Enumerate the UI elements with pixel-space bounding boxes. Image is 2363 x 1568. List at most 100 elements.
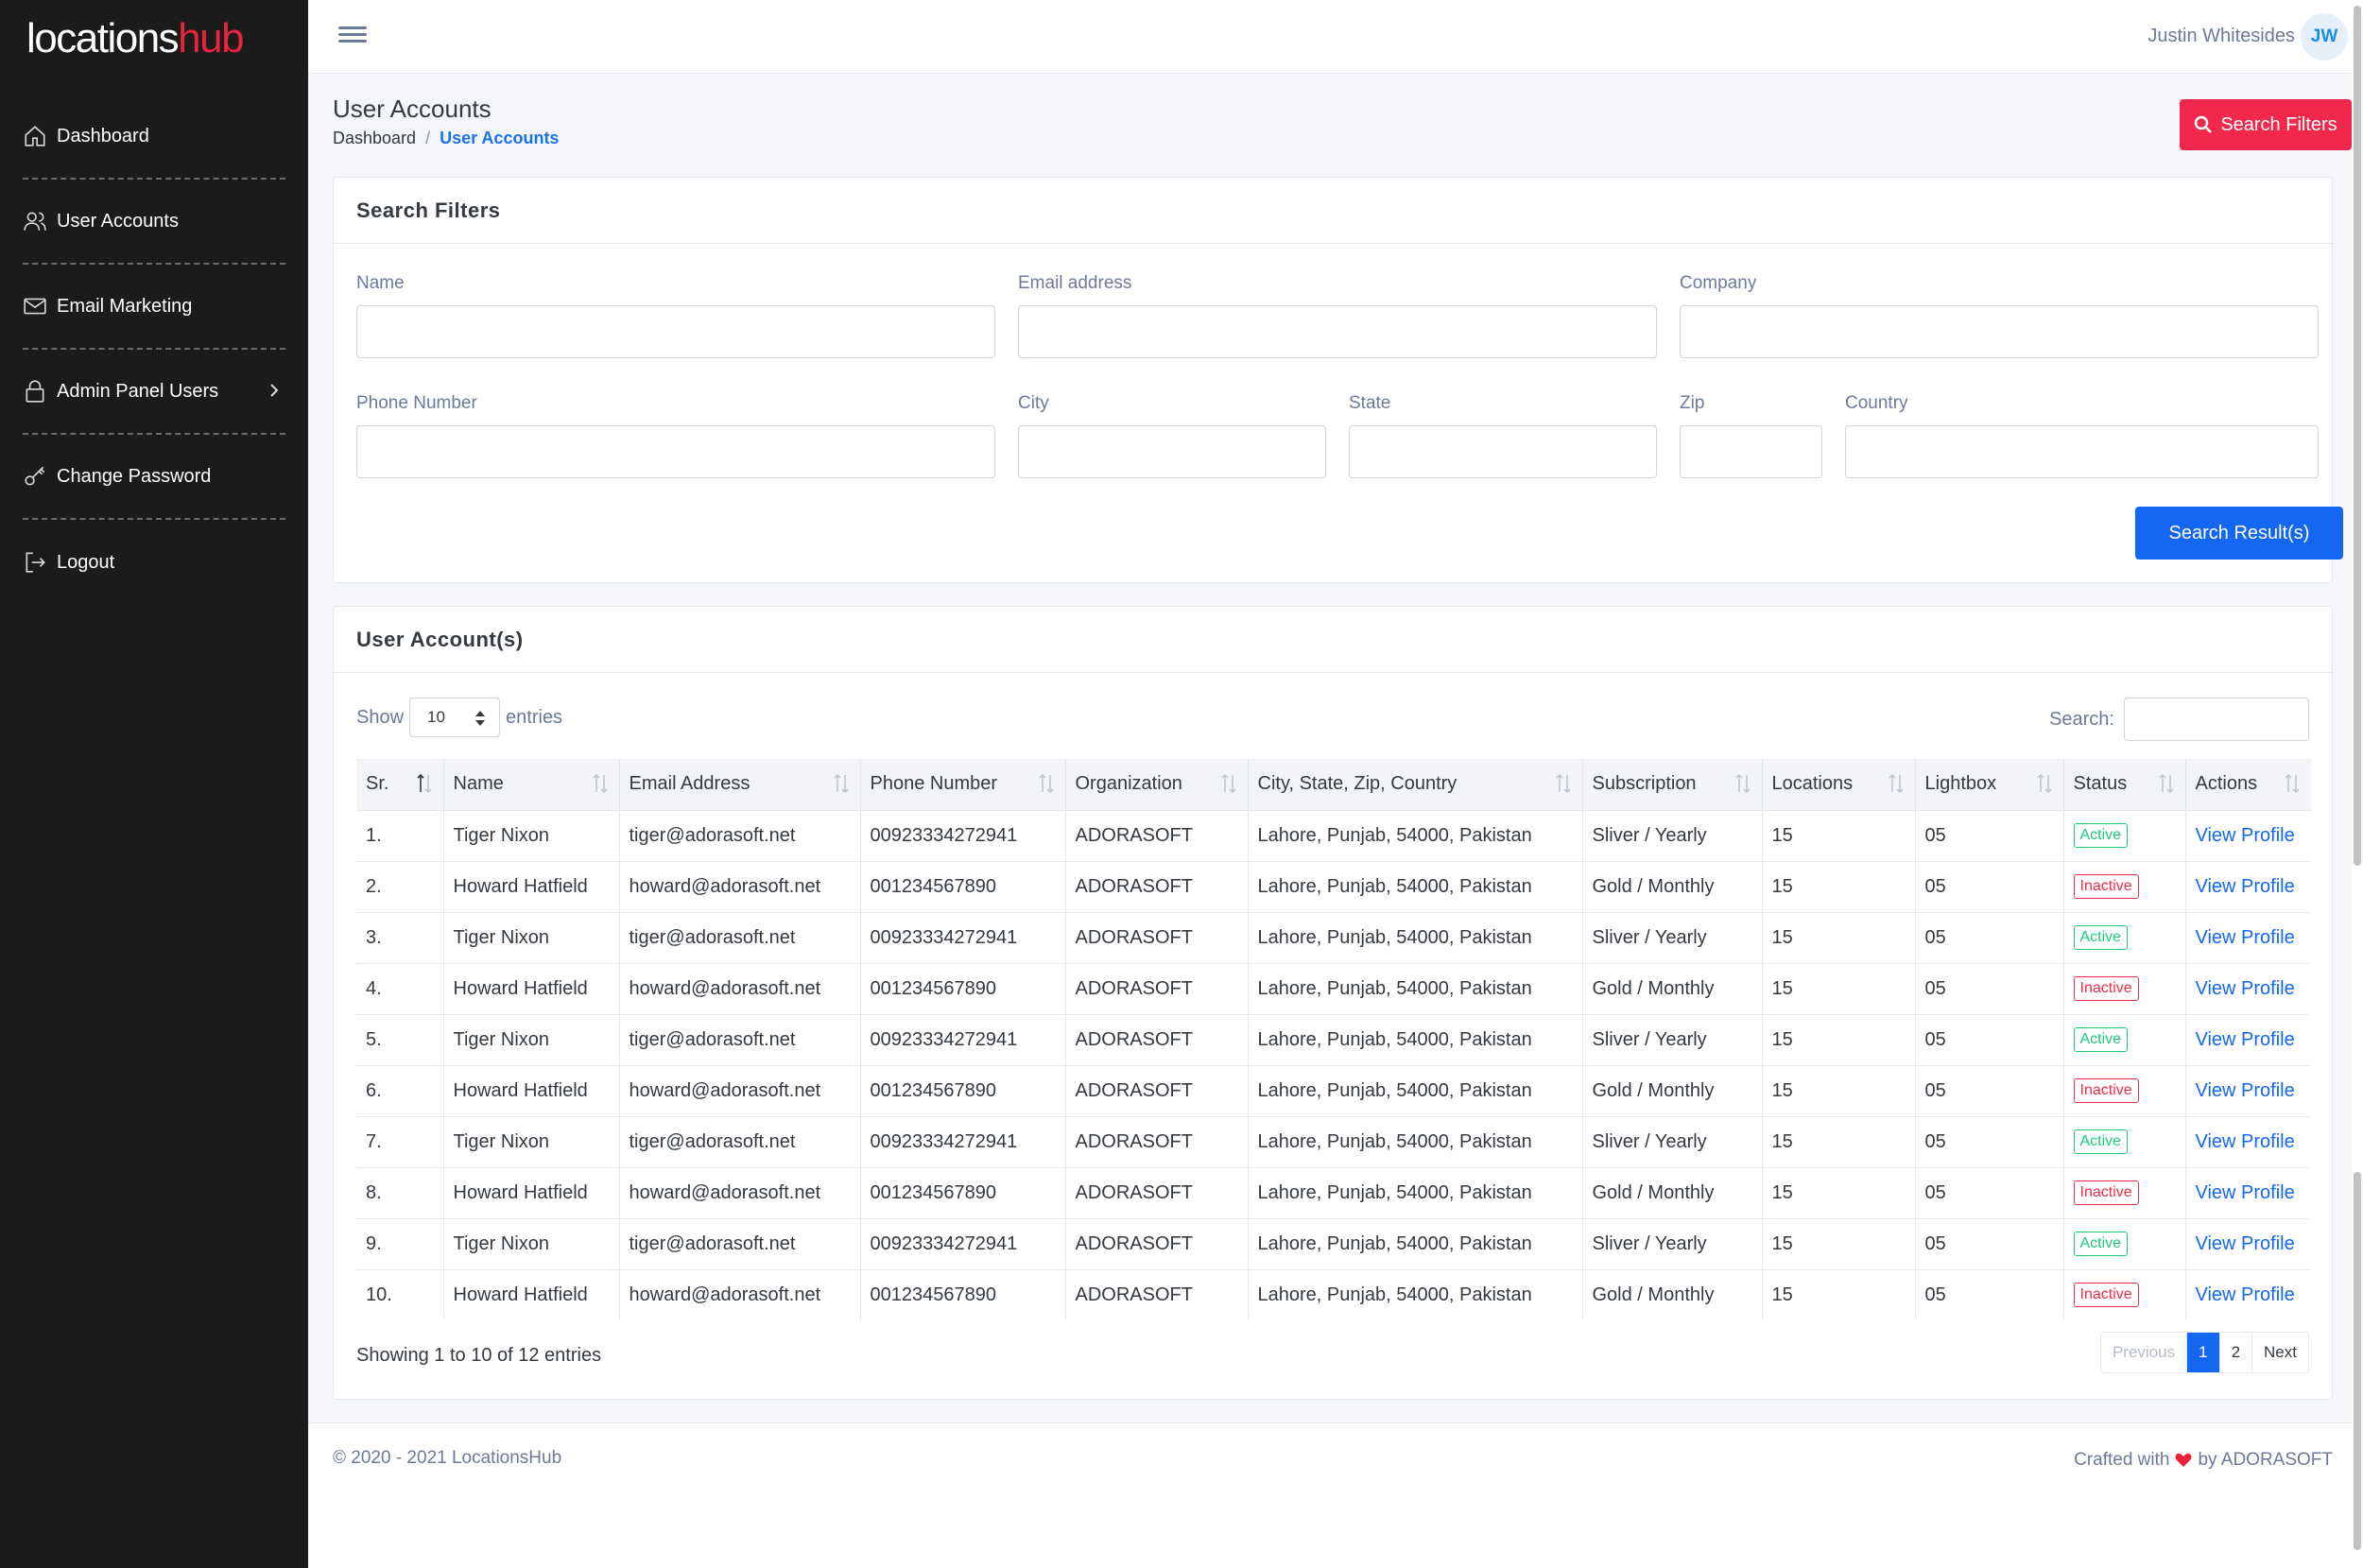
city-input[interactable]	[1018, 425, 1326, 478]
cell-phone: 00923334272941	[860, 810, 1066, 861]
sidebar-item-logout[interactable]: Logout	[23, 520, 285, 605]
sidebar-item-label: User Accounts	[57, 210, 179, 232]
avatar[interactable]: JW	[2301, 13, 2348, 60]
table-row: 10. Howard Hatfield howard@adorasoft.net 00…	[356, 1269, 2311, 1320]
sidebar-item-user-accounts[interactable]: User Accounts	[23, 180, 285, 265]
country-input[interactable]	[1845, 425, 2319, 478]
column-header-lightbox[interactable]: Lightbox	[1915, 759, 2064, 810]
cell-action: View Profile	[2185, 1014, 2311, 1065]
menu-toggle-icon[interactable]	[338, 23, 367, 51]
pagination-page-1[interactable]: 1	[2187, 1333, 2220, 1372]
sidebar-item-change-password[interactable]: Change Password	[23, 435, 285, 520]
pagination-next[interactable]: Next	[2252, 1333, 2308, 1372]
email-input[interactable]	[1018, 305, 1657, 358]
user-name[interactable]: Justin Whitesides	[2147, 26, 2295, 47]
column-header-organization[interactable]: Organization	[1065, 759, 1249, 810]
cell-phone: 001234567890	[860, 1269, 1066, 1320]
sidebar: locationshub Dashboard User Accounts Ema…	[0, 0, 308, 1568]
status-badge: Inactive	[2073, 1180, 2139, 1205]
cell-lightbox: 05	[1915, 1065, 2064, 1116]
cell-phone: 001234567890	[860, 1167, 1066, 1218]
cell-lightbox: 05	[1915, 1269, 2064, 1320]
cell-phone: 00923334272941	[860, 912, 1066, 963]
main-content: Justin Whitesides JW User Accounts Dashb…	[308, 0, 2352, 1568]
table-info: Showing 1 to 10 of 12 entries	[356, 1345, 602, 1366]
cell-status: Active	[2063, 1116, 2186, 1167]
column-header-status[interactable]: Status	[2063, 759, 2186, 810]
cell-locations: 15	[1762, 912, 1916, 963]
cell-subscription: Gold / Monthly	[1582, 1167, 1763, 1218]
page-length-select[interactable]: 10	[409, 698, 501, 737]
pagination-previous[interactable]: Previous	[2101, 1333, 2188, 1372]
view-profile-link[interactable]: View Profile	[2196, 927, 2295, 948]
cell-org: ADORASOFT	[1065, 1269, 1249, 1320]
view-profile-link[interactable]: View Profile	[2196, 1233, 2295, 1254]
column-header-actions[interactable]: Actions	[2185, 759, 2311, 810]
page-title: User Accounts	[333, 95, 492, 123]
cell-status: Inactive	[2063, 1167, 2186, 1218]
sidebar-item-admin-panel-users[interactable]: Admin Panel Users	[23, 350, 285, 435]
column-header-locations[interactable]: Locations	[1762, 759, 1916, 810]
page-scrollbar[interactable]	[2352, 0, 2363, 1568]
table-row: 1. Tiger Nixon tiger@adorasoft.net 00923334…	[356, 810, 2311, 861]
company-input[interactable]	[1680, 305, 2319, 358]
view-profile-link[interactable]: View Profile	[2196, 876, 2295, 897]
table-body: 1. Tiger Nixon tiger@adorasoft.net 00923334…	[356, 810, 2311, 1320]
cell-location: Lahore, Punjab, 54000, Pakistan	[1248, 1269, 1583, 1320]
view-profile-link[interactable]: View Profile	[2196, 1182, 2295, 1203]
page-length-value: 10	[427, 708, 445, 726]
table-search-input[interactable]	[2124, 698, 2309, 741]
sort-icon	[1038, 773, 1054, 794]
phone-input[interactable]	[356, 425, 995, 478]
view-profile-link[interactable]: View Profile	[2196, 1131, 2295, 1152]
zip-input[interactable]	[1680, 425, 1822, 478]
cell-status: Active	[2063, 912, 2186, 963]
column-header-email[interactable]: Email Address	[619, 759, 861, 810]
table-header-row: Sr. Name Email Address Phone Number Orga…	[356, 759, 2311, 810]
cell-location: Lahore, Punjab, 54000, Pakistan	[1248, 1014, 1583, 1065]
cell-sr: 3.	[356, 912, 444, 963]
search-filters-button[interactable]: Search Filters	[2180, 99, 2352, 150]
cell-email: tiger@adorasoft.net	[619, 1116, 861, 1167]
sidebar-item-email-marketing[interactable]: Email Marketing	[23, 265, 285, 350]
sort-icon	[1555, 773, 1571, 794]
column-header-sr[interactable]: Sr.	[356, 759, 444, 810]
cell-locations: 15	[1762, 1116, 1916, 1167]
cell-lightbox: 05	[1915, 1116, 2064, 1167]
search-filters-label: Search Filters	[2220, 113, 2337, 135]
cell-phone: 00923334272941	[860, 1218, 1066, 1269]
cell-email: tiger@adorasoft.net	[619, 1218, 861, 1269]
sidebar-nav: Dashboard User Accounts Email Marketing …	[23, 95, 285, 605]
name-input[interactable]	[356, 305, 995, 358]
breadcrumb-dashboard[interactable]: Dashboard	[333, 129, 416, 148]
status-badge: Inactive	[2073, 1078, 2139, 1103]
table-search: Search:	[2049, 698, 2309, 741]
view-profile-link[interactable]: View Profile	[2196, 825, 2295, 846]
view-profile-link[interactable]: View Profile	[2196, 1029, 2295, 1050]
breadcrumb-separator: /	[425, 129, 431, 147]
view-profile-link[interactable]: View Profile	[2196, 978, 2295, 999]
cell-action: View Profile	[2185, 963, 2311, 1014]
sort-icon	[1734, 773, 1751, 794]
view-profile-link[interactable]: View Profile	[2196, 1080, 2295, 1101]
column-header-phone[interactable]: Phone Number	[860, 759, 1066, 810]
search-results-button[interactable]: Search Result(s)	[2135, 507, 2343, 560]
view-profile-link[interactable]: View Profile	[2196, 1284, 2295, 1305]
state-input[interactable]	[1349, 425, 1657, 478]
cell-status: Inactive	[2063, 1065, 2186, 1116]
pagination-page-2[interactable]: 2	[2220, 1333, 2253, 1372]
cell-location: Lahore, Punjab, 54000, Pakistan	[1248, 963, 1583, 1014]
cell-subscription: Sliver / Yearly	[1582, 1116, 1763, 1167]
column-header-name[interactable]: Name	[443, 759, 620, 810]
scrollbar-thumb[interactable]	[2354, 6, 2361, 866]
scrollbar-thumb-secondary[interactable]	[2354, 1172, 2361, 1550]
sort-icon	[592, 773, 608, 794]
column-header-location[interactable]: City, State, Zip, Country	[1248, 759, 1583, 810]
cell-phone: 001234567890	[860, 1065, 1066, 1116]
app-logo[interactable]: locationshub	[26, 13, 245, 64]
column-header-subscription[interactable]: Subscription	[1582, 759, 1763, 810]
sidebar-item-label: Email Marketing	[57, 295, 193, 317]
sidebar-item-dashboard[interactable]: Dashboard	[23, 95, 285, 180]
cell-org: ADORASOFT	[1065, 861, 1249, 912]
cell-location: Lahore, Punjab, 54000, Pakistan	[1248, 1167, 1583, 1218]
